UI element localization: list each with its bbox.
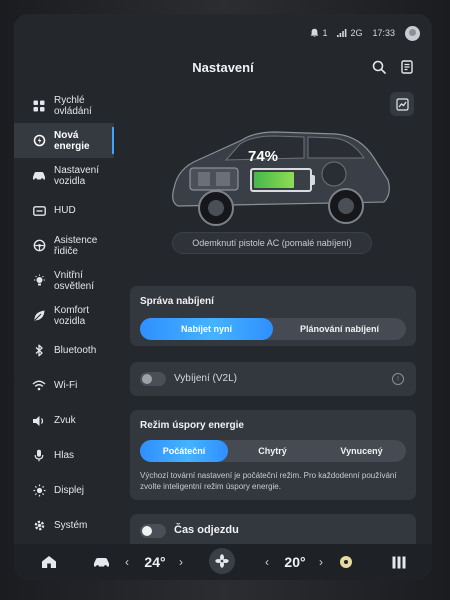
microphone-icon bbox=[32, 449, 46, 463]
charging-card: Správa nabíjení Nabíjet nyní Plánování n… bbox=[130, 286, 416, 346]
sidebar-item-label: Hlas bbox=[54, 450, 75, 461]
passenger-temperature[interactable]: 20° bbox=[278, 550, 312, 574]
eco-description: Výchozí tovární nastavení je počáteční r… bbox=[140, 471, 397, 491]
fan-icon bbox=[209, 548, 235, 574]
car-icon bbox=[93, 557, 109, 568]
sidebar-item-comfort[interactable]: Komfort vozidla bbox=[14, 298, 114, 333]
sidebar-item-display[interactable]: Displej bbox=[14, 473, 114, 508]
info-icon[interactable]: ! bbox=[392, 373, 404, 385]
sidebar-item-label: Bluetooth bbox=[54, 345, 97, 356]
chart-icon bbox=[395, 97, 409, 111]
bluetooth-icon bbox=[32, 344, 46, 358]
climate-fan-button[interactable] bbox=[208, 548, 236, 574]
sidebar-item-label: Nastavení vozidla bbox=[54, 164, 100, 187]
sidebar-item-voice[interactable]: Hlas bbox=[14, 438, 114, 473]
sidebar-item-new-energy[interactable]: Nová energie bbox=[14, 123, 114, 158]
sidebar-item-label: Asistence řidiče bbox=[54, 234, 98, 257]
home-icon bbox=[42, 556, 56, 568]
sidebar-item-driver-assist[interactable]: Asistence řidiče bbox=[14, 228, 114, 263]
media-button[interactable] bbox=[336, 550, 356, 574]
network-type: 2G bbox=[350, 28, 363, 38]
battery-fill bbox=[254, 172, 294, 188]
eco-initial-option[interactable]: Počáteční bbox=[140, 440, 228, 462]
v2l-card: Vybíjení (V2L) ! bbox=[130, 362, 416, 396]
app-drawer-button[interactable] bbox=[388, 550, 410, 574]
wifi-icon bbox=[32, 379, 46, 393]
driver-temperature[interactable]: 24° bbox=[138, 550, 172, 574]
sidebar-item-label: Rychlé ovládání bbox=[54, 94, 92, 117]
sidebar-item-label: Wi-Fi bbox=[54, 380, 78, 391]
temp-left-up-button[interactable]: › bbox=[174, 550, 188, 574]
sidebar-item-sound[interactable]: Zvuk bbox=[14, 403, 114, 438]
charging-mode-selector: Nabíjet nyní Plánování nabíjení bbox=[140, 318, 406, 340]
manual-button[interactable] bbox=[398, 58, 416, 76]
apps-icon bbox=[392, 556, 406, 568]
disc-icon bbox=[340, 556, 352, 568]
v2l-toggle[interactable] bbox=[140, 372, 166, 386]
sidebar-item-wifi[interactable]: Wi-Fi bbox=[14, 368, 114, 403]
speaker-icon bbox=[32, 414, 46, 428]
sidebar-item-system[interactable]: Systém bbox=[14, 508, 114, 543]
document-icon bbox=[401, 60, 413, 74]
sidebar-item-label: Vnitřní osvětlení bbox=[54, 269, 95, 292]
sidebar-item-label: Komfort vozidla bbox=[54, 304, 90, 327]
sidebar-item-label: Systém bbox=[54, 520, 88, 531]
energy-cycle-icon bbox=[32, 134, 46, 148]
eco-mode-card: Režim úspory energie Počáteční Chytrý Vy… bbox=[130, 410, 416, 500]
leaf-icon bbox=[32, 309, 46, 323]
bell-icon bbox=[311, 28, 319, 37]
clock: 17:33 bbox=[372, 28, 395, 38]
sidebar: Rychlé ovládání Nová energie Nastavení v… bbox=[14, 88, 114, 543]
charge-now-option[interactable]: Nabíjet nyní bbox=[140, 318, 273, 340]
sidebar-item-bluetooth[interactable]: Bluetooth bbox=[14, 333, 114, 368]
steering-wheel-icon bbox=[32, 239, 46, 253]
light-icon bbox=[32, 274, 46, 288]
schedule-charging-option[interactable]: Plánování nabíjení bbox=[273, 318, 406, 340]
sidebar-item-label: Zvuk bbox=[54, 415, 76, 426]
sidebar-item-hud[interactable]: HUD bbox=[14, 193, 114, 228]
sidebar-item-label: Displej bbox=[54, 485, 85, 496]
v2l-label: Vybíjení (V2L) bbox=[174, 373, 237, 384]
search-icon bbox=[372, 60, 386, 74]
eco-forced-option[interactable]: Vynucený bbox=[317, 440, 406, 462]
departure-card: Čas odjezdu bbox=[130, 514, 416, 548]
avatar[interactable] bbox=[405, 25, 420, 41]
gear-icon bbox=[32, 519, 46, 533]
brightness-icon bbox=[32, 484, 46, 498]
charge-status-pill: Odemknutí pistole AC (pomalé nabíjení) bbox=[172, 232, 372, 254]
search-button[interactable] bbox=[370, 58, 388, 76]
departure-label: Čas odjezdu bbox=[174, 524, 239, 536]
charging-title: Správa nabíjení bbox=[140, 296, 214, 307]
eco-title: Režim úspory energie bbox=[140, 420, 244, 431]
notification-count: 1 bbox=[322, 28, 328, 38]
sidebar-item-vehicle-settings[interactable]: Nastavení vozidla bbox=[14, 158, 114, 193]
battery-cap bbox=[312, 175, 315, 185]
temp-right-up-button[interactable]: › bbox=[314, 550, 328, 574]
vehicle-button[interactable] bbox=[90, 550, 112, 574]
eco-mode-selector: Počáteční Chytrý Vynucený bbox=[140, 440, 406, 462]
bottom-dock: ‹ 24° › ‹ 20° › bbox=[14, 544, 432, 580]
departure-toggle[interactable] bbox=[140, 524, 166, 538]
energy-stats-button[interactable] bbox=[390, 92, 414, 116]
sidebar-item-interior-lighting[interactable]: Vnitřní osvětlení bbox=[14, 263, 114, 298]
signal-bars-icon bbox=[337, 29, 347, 37]
sidebar-item-quick-controls[interactable]: Rychlé ovládání bbox=[14, 88, 114, 123]
temp-right-down-button[interactable]: ‹ bbox=[260, 550, 274, 574]
notification-indicator[interactable]: 1 bbox=[310, 28, 327, 38]
sidebar-item-label: Nová energie bbox=[54, 129, 90, 152]
sidebar-item-label: HUD bbox=[54, 205, 76, 216]
battery-percentage: 74% bbox=[248, 148, 279, 165]
temp-left-down-button[interactable]: ‹ bbox=[120, 550, 134, 574]
signal-indicator: 2G bbox=[337, 28, 362, 38]
home-button[interactable] bbox=[38, 550, 60, 574]
eco-smart-option[interactable]: Chytrý bbox=[228, 440, 317, 462]
battery-gauge bbox=[250, 168, 312, 192]
car-icon bbox=[32, 169, 46, 183]
grid-icon bbox=[32, 99, 46, 113]
screen: 1 2G 17:33 Nastavení Rychlé ovládání Nov… bbox=[14, 14, 432, 580]
status-bar: 1 2G 17:33 bbox=[310, 24, 420, 42]
hud-icon bbox=[32, 204, 46, 218]
